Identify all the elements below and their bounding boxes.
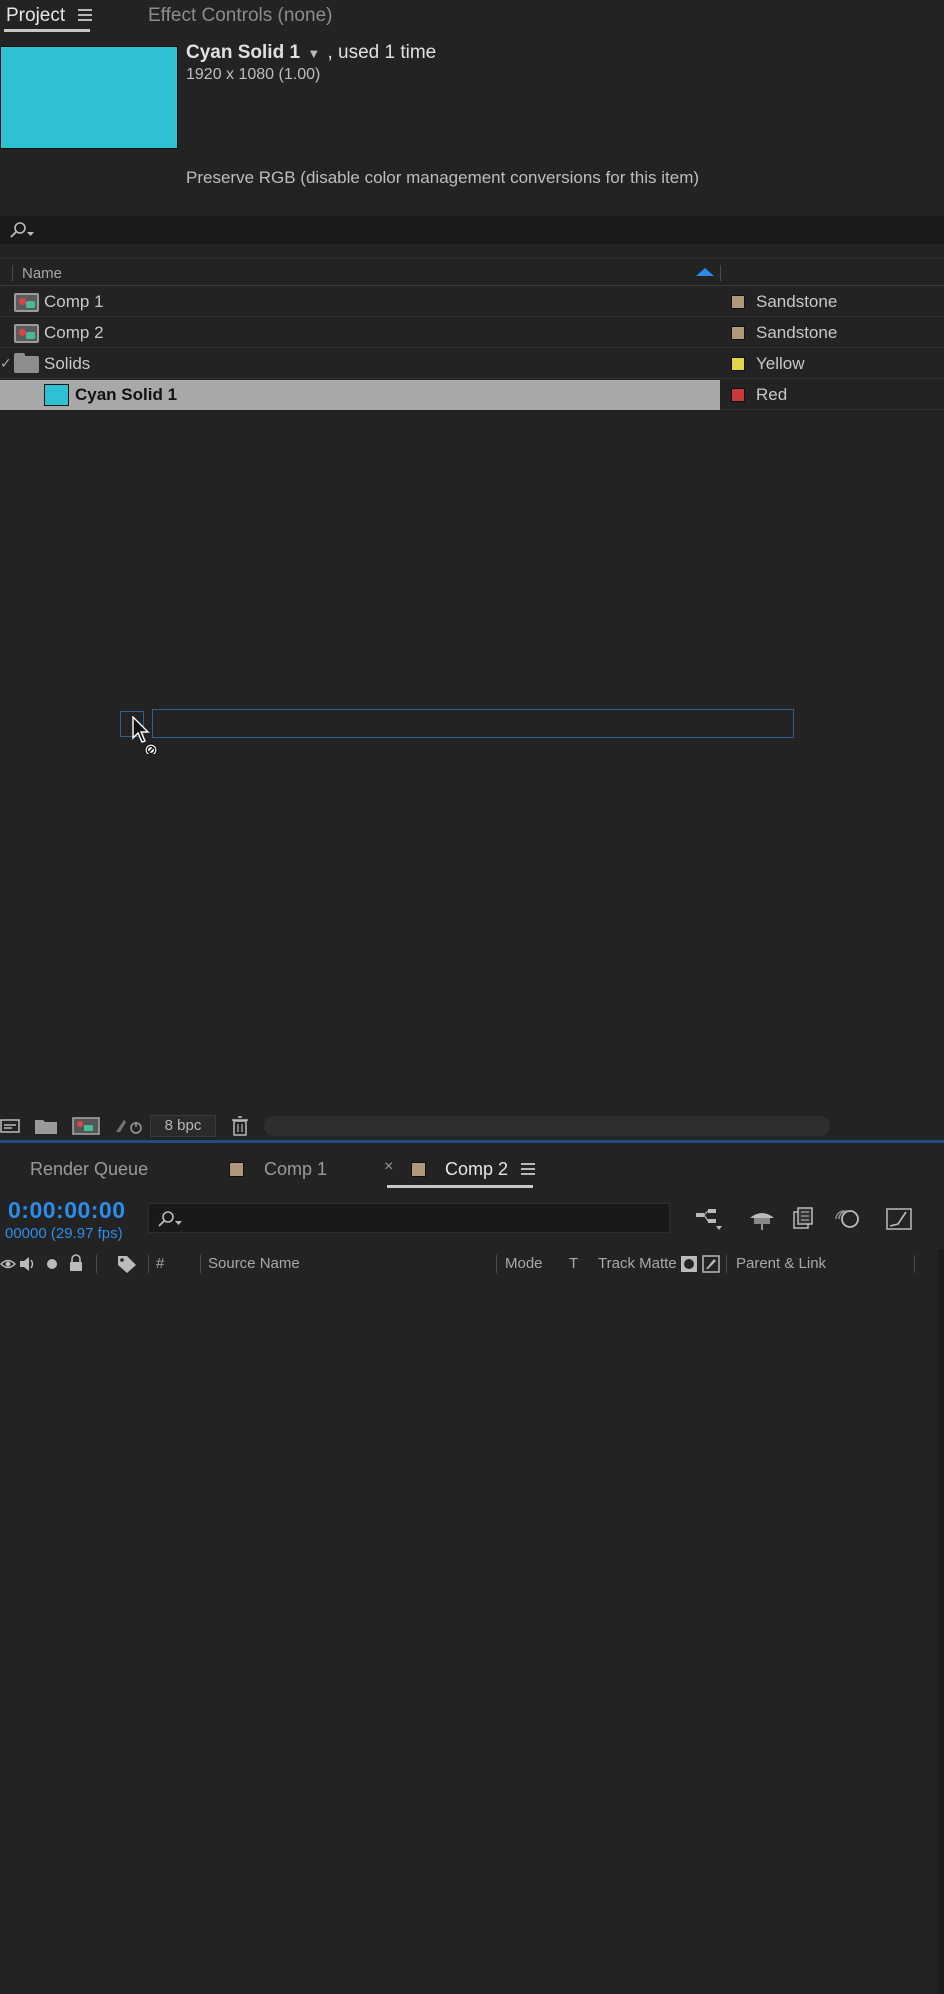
timeline-column-header: # Source Name Mode T Track Matte Parent … xyxy=(0,1251,944,1279)
tab-effect-controls[interactable]: Effect Controls (none) xyxy=(148,3,332,31)
panel-menu-icon[interactable] xyxy=(521,1163,535,1175)
label-tag-icon[interactable] xyxy=(116,1254,138,1274)
bit-depth-button[interactable]: 8 bpc xyxy=(150,1115,216,1137)
item-label: Comp 2 xyxy=(44,323,104,342)
composition-flowchart-icon[interactable] xyxy=(694,1206,726,1232)
item-info-title: Cyan Solid 1 ▼ , used 1 time xyxy=(186,42,436,64)
video-eye-icon[interactable] xyxy=(0,1256,16,1272)
item-thumbnail xyxy=(0,46,178,149)
audio-speaker-icon[interactable] xyxy=(18,1255,38,1273)
project-panel-tabbar: Project Effect Controls (none) xyxy=(0,0,944,34)
item-dimensions: 1920 x 1080 (1.00) xyxy=(186,66,321,83)
timeline-vertical-scrollbar[interactable] xyxy=(938,1249,944,1994)
item-label: Cyan Solid 1 xyxy=(75,385,178,404)
tab-render-queue[interactable]: Render Queue xyxy=(30,1159,148,1180)
project-search-field[interactable] xyxy=(0,216,944,244)
twirl-down-icon[interactable]: ✓ xyxy=(0,355,12,372)
composition-icon xyxy=(14,293,39,312)
solid-icon xyxy=(44,384,69,406)
list-item[interactable]: ✓ Solids Yellow xyxy=(0,349,944,379)
column-parent-link[interactable]: Parent & Link xyxy=(736,1255,826,1272)
tab-comp-2[interactable]: Comp 2 xyxy=(445,1159,508,1180)
label-name: Red xyxy=(756,385,788,404)
column-track-matte[interactable]: Track Matte xyxy=(598,1255,677,1272)
column-name[interactable]: Name xyxy=(22,265,62,282)
comp-label-swatch xyxy=(411,1162,426,1177)
panel-menu-icon[interactable] xyxy=(78,9,92,21)
item-label: Solids xyxy=(44,354,91,373)
column-number[interactable]: # xyxy=(156,1255,164,1272)
active-tab-underline xyxy=(387,1185,533,1188)
lock-icon[interactable] xyxy=(68,1254,84,1272)
item-usage: , used 1 time xyxy=(327,42,437,63)
search-icon xyxy=(10,222,34,238)
shy-layers-icon[interactable] xyxy=(746,1206,778,1232)
current-time-display[interactable]: 0:00:00:00 xyxy=(8,1197,126,1224)
timeline-search-field[interactable] xyxy=(148,1203,670,1233)
interpret-footage-icon[interactable] xyxy=(0,1116,20,1136)
project-footer: 8 bpc xyxy=(0,1113,944,1139)
item-name: Cyan Solid 1 xyxy=(186,42,301,63)
column-mode[interactable]: Mode xyxy=(505,1255,543,1272)
new-composition-icon[interactable] xyxy=(72,1116,100,1136)
drag-name-outline xyxy=(152,709,794,738)
sort-ascending-icon[interactable] xyxy=(696,268,714,276)
frame-fps-readout: 00000 (29.97 fps) xyxy=(5,1225,123,1242)
graph-editor-icon[interactable] xyxy=(884,1206,916,1232)
item-label: Comp 1 xyxy=(44,292,104,311)
column-preserve-transparency[interactable]: T xyxy=(569,1255,578,1272)
composition-icon xyxy=(14,324,39,343)
label-color-swatch[interactable] xyxy=(731,326,745,340)
motion-blur-icon[interactable] xyxy=(830,1206,862,1232)
list-item[interactable]: Comp 1 Sandstone xyxy=(0,287,944,317)
solo-icon[interactable] xyxy=(46,1258,58,1270)
matte-mask-icon[interactable] xyxy=(680,1255,698,1273)
frame-blending-icon[interactable] xyxy=(788,1206,820,1232)
folder-icon xyxy=(14,353,39,373)
no-drop-cursor-icon xyxy=(132,716,158,754)
matte-pen-icon[interactable] xyxy=(702,1255,720,1273)
label-name: Yellow xyxy=(756,354,805,373)
column-source-name[interactable]: Source Name xyxy=(208,1255,300,1272)
chevron-down-icon[interactable]: ▼ xyxy=(307,46,320,61)
comp-label-swatch xyxy=(229,1162,244,1177)
active-tab-underline xyxy=(4,29,90,32)
preserve-rgb-text: Preserve RGB (disable color management c… xyxy=(186,168,700,187)
label-color-swatch[interactable] xyxy=(731,295,745,309)
label-color-swatch[interactable] xyxy=(731,388,745,402)
list-item-selected[interactable]: Cyan Solid 1 Red xyxy=(0,380,944,410)
tab-project[interactable]: Project xyxy=(6,3,65,31)
tab-comp-1[interactable]: Comp 1 xyxy=(264,1159,327,1180)
trash-icon[interactable] xyxy=(230,1116,250,1136)
timeline-tabbar: Render Queue Comp 1 × Comp 2 xyxy=(0,1143,944,1191)
horizontal-scrollbar[interactable] xyxy=(264,1116,830,1136)
label-color-swatch[interactable] xyxy=(731,357,745,371)
label-name: Sandstone xyxy=(756,292,838,311)
close-icon[interactable]: × xyxy=(384,1158,393,1176)
new-folder-icon[interactable] xyxy=(34,1116,58,1136)
search-icon xyxy=(158,1211,182,1227)
label-name: Sandstone xyxy=(756,323,838,342)
project-list-header: Name xyxy=(0,258,944,286)
project-settings-icon[interactable] xyxy=(114,1116,144,1136)
list-item[interactable]: Comp 2 Sandstone xyxy=(0,318,944,348)
